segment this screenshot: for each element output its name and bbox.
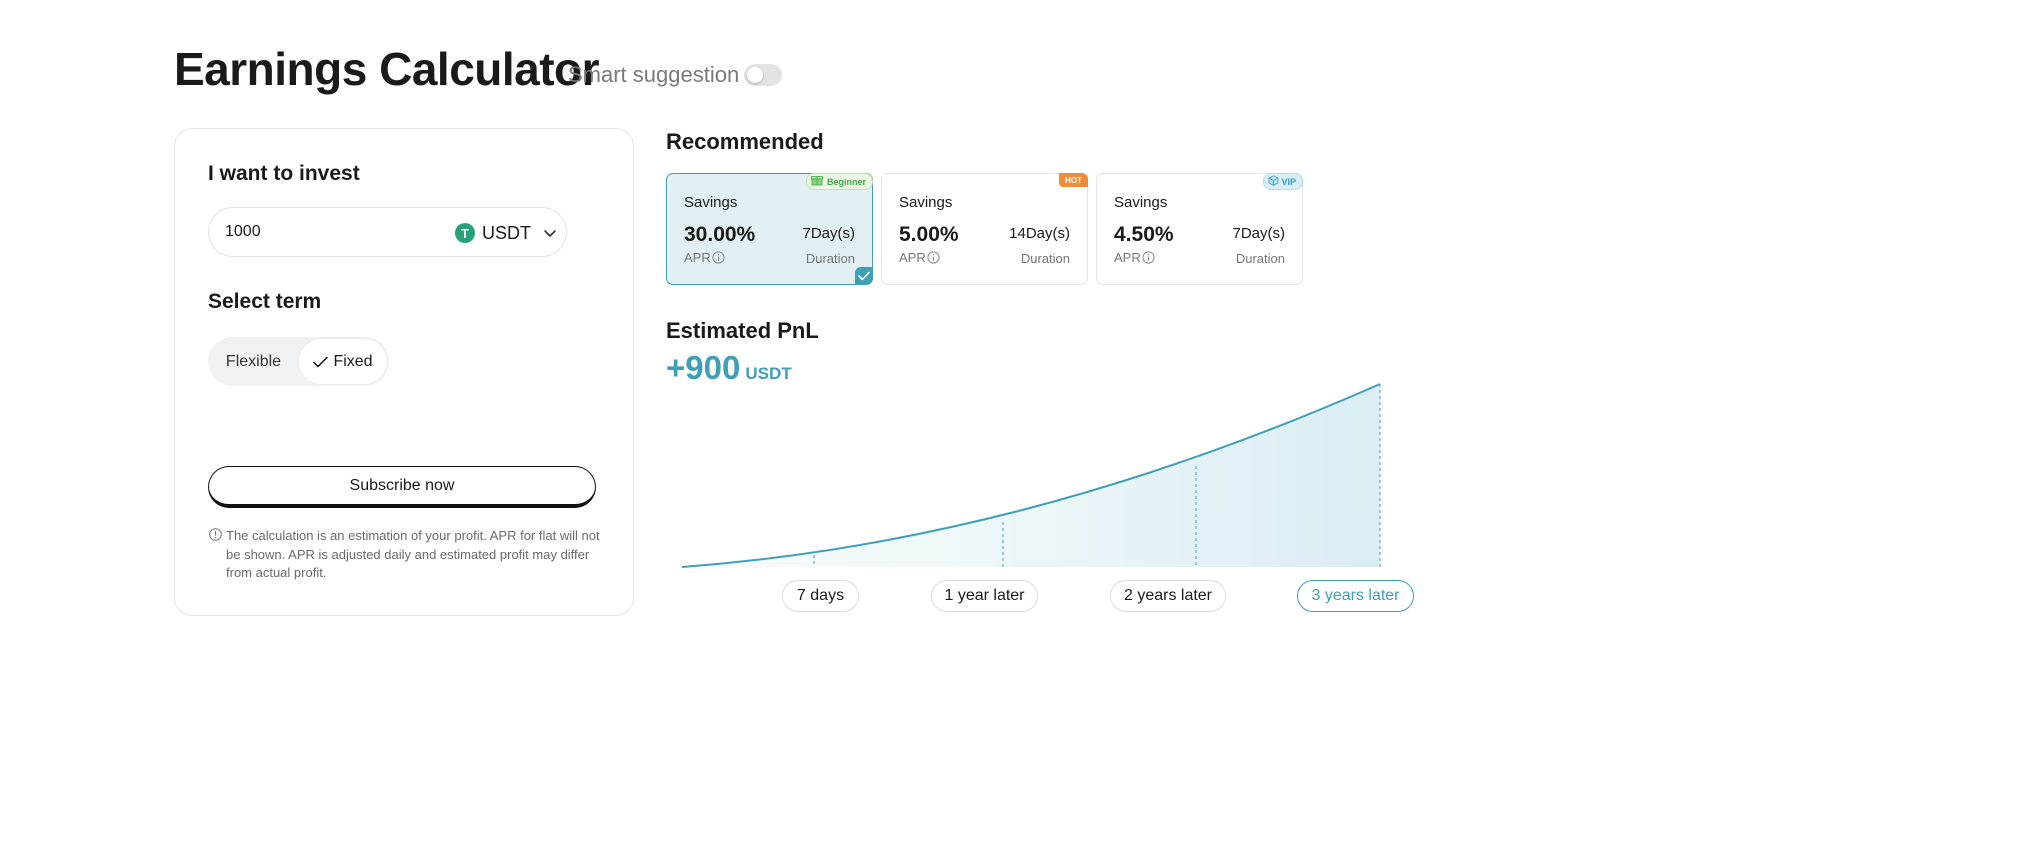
product-apr: 4.50% (1114, 223, 1174, 246)
term-option-label: Fixed (333, 352, 373, 370)
recommended-title: Recommended (666, 129, 824, 154)
duration-label: Duration (1020, 251, 1070, 266)
smart-suggestion-toggle[interactable] (744, 64, 782, 86)
amount-input[interactable] (225, 220, 425, 244)
usdt-coin-icon: T (455, 223, 475, 243)
term-option-fixed[interactable]: Fixed (299, 339, 387, 384)
info-icon[interactable] (712, 251, 725, 264)
apr-label-text: APR (899, 250, 926, 265)
time-point-3-years-later[interactable]: 3 years later (1297, 580, 1414, 612)
smart-suggestion-label: Smart suggestion (568, 62, 740, 87)
invest-label: I want to invest (208, 162, 360, 185)
selected-check-icon (855, 267, 873, 285)
estimated-pnl-title: Estimated PnL (666, 318, 819, 343)
subscribe-now-button[interactable]: Subscribe now (208, 466, 596, 508)
time-point-2-years-later[interactable]: 2 years later (1110, 580, 1226, 612)
product-name: Savings (1114, 194, 1168, 211)
apr-label-text: APR (1114, 250, 1141, 265)
product-card-savings-30[interactable]: Beginner Savings 30.00% 7Day(s) APR Dura… (666, 173, 873, 285)
product-duration: 7Day(s) (1232, 225, 1285, 242)
badge-label: VIP (1281, 176, 1296, 187)
apr-label-text: APR (684, 250, 711, 265)
toggle-knob (747, 67, 763, 83)
apr-label: APR (684, 250, 725, 265)
apr-label: APR (899, 250, 940, 265)
term-option-label: Flexible (225, 352, 282, 370)
badge-label: Beginner (826, 176, 866, 187)
info-icon[interactable] (1142, 251, 1155, 264)
product-duration: 7Day(s) (802, 225, 855, 242)
product-name: Savings (684, 194, 738, 211)
term-option-flexible[interactable]: Flexible (208, 337, 299, 386)
vip-badge: VIP (1263, 173, 1303, 190)
earnings-calculator-page: Earnings Calculator Smart suggestion I w… (0, 0, 1568, 868)
product-apr: 30.00% (684, 223, 756, 246)
invest-amount-field: T USDT (208, 207, 567, 257)
chevron-down-icon (543, 226, 557, 240)
checkmark-icon (313, 356, 329, 367)
time-point-7-days[interactable]: 7 days (782, 580, 859, 612)
product-card-savings-4-5[interactable]: VIP Savings 4.50% 7Day(s) APR Duration (1096, 173, 1303, 285)
gift-box-icon (811, 176, 823, 186)
term-switch: Flexible Fixed (208, 337, 389, 386)
hot-badge: HOT (1059, 173, 1088, 187)
product-name: Savings (899, 194, 953, 211)
pnl-growth-chart (681, 383, 1381, 568)
beginner-badge: Beginner (805, 173, 873, 190)
product-card-savings-5[interactable]: HOT Savings 5.00% 14Day(s) APR Duration (881, 173, 1088, 285)
duration-label: Duration (805, 251, 855, 266)
pnl-area (682, 384, 1380, 567)
currency-selector[interactable]: T USDT (455, 220, 557, 246)
duration-label: Duration (1235, 251, 1285, 266)
apr-label: APR (1114, 250, 1155, 265)
time-point-1-year-later[interactable]: 1 year later (931, 580, 1038, 612)
info-icon[interactable] (927, 251, 940, 264)
info-icon (209, 528, 222, 541)
product-duration: 14Day(s) (1009, 225, 1070, 242)
select-term-label: Select term (208, 290, 322, 313)
vip-cube-icon (1269, 175, 1279, 186)
disclaimer-text: The calculation is an estimation of your… (226, 528, 600, 580)
product-apr: 5.00% (899, 223, 959, 246)
page-title: Earnings Calculator (174, 43, 600, 95)
currency-label: USDT (482, 222, 531, 243)
